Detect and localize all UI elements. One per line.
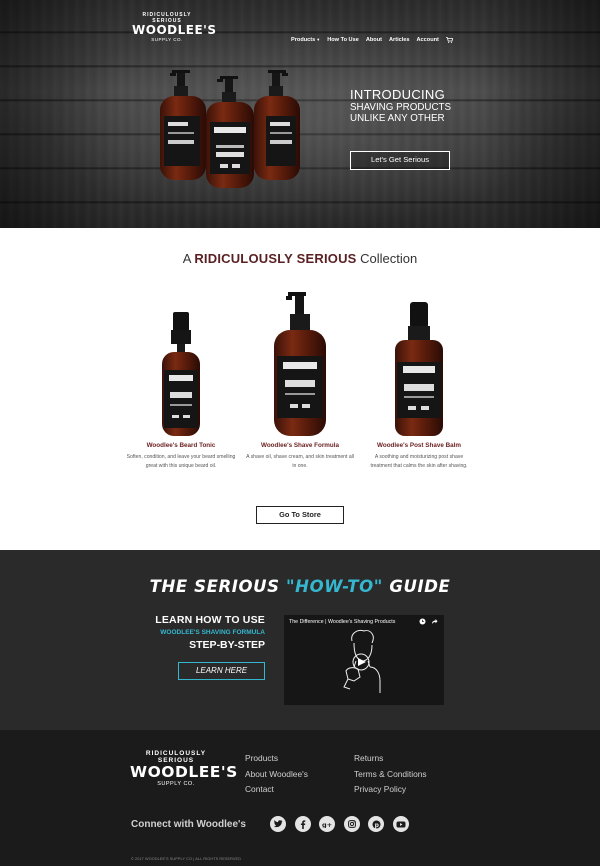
hero-headline: INTRODUCING SHAVING PRODUCTS UNLIKE ANY …	[350, 87, 452, 125]
learn-block: LEARN HOW TO USE WOODLEE'S SHAVING FORMU…	[155, 614, 265, 651]
learn-line-1: LEARN HOW TO USE	[155, 614, 265, 626]
product-desc: A soothing and moisturizing post shave t…	[370, 454, 468, 469]
how-to-title-suffix: GUIDE	[382, 577, 451, 596]
video-player[interactable]: The Difference | Woodlee's Shaving Produ…	[284, 615, 444, 705]
beard-tonic-bottle-image	[162, 312, 200, 436]
pinterest-icon[interactable]: p	[368, 816, 384, 832]
logo-name: WOODLEE'S	[132, 23, 217, 37]
footer-link-products[interactable]: Products	[245, 751, 308, 767]
footer-link-about[interactable]: About Woodlee's	[245, 767, 308, 783]
footer-logo[interactable]: RIDICULOUSLY SERIOUS WOODLEE'S SUPPLY CO…	[130, 750, 238, 796]
footer: RIDICULOUSLY SERIOUS WOODLEE'S SUPPLY CO…	[0, 730, 600, 866]
hero-line-3: UNLIKE ANY OTHER	[350, 113, 445, 124]
footer-logo-name: WOODLEE'S	[130, 763, 238, 781]
nav-item-products[interactable]: Products▼	[291, 37, 320, 43]
nav-item-how-to-use[interactable]: How To Use	[327, 37, 359, 43]
collection-title-suffix: Collection	[356, 251, 418, 266]
learn-line-2: WOODLEE'S SHAVING FORMULA	[160, 629, 265, 636]
nav-item-articles[interactable]: Articles	[389, 37, 410, 43]
svg-text:p: p	[374, 822, 379, 829]
learn-line-3: STEP-BY-STEP	[189, 639, 265, 651]
nav-label-products: Products	[291, 37, 316, 43]
footer-links-col-1: Products About Woodlee's Contact	[245, 751, 308, 798]
collection-title: A RIDICULOUSLY SERIOUS Collection	[0, 251, 600, 266]
footer-link-terms[interactable]: Terms & Conditions	[354, 767, 427, 783]
product-card-shave-formula[interactable]: Woodlee's Shave Formula A shave oil, sha…	[245, 290, 355, 470]
lets-get-serious-button[interactable]: Let's Get Serious	[350, 151, 450, 170]
svg-text:g+: g+	[322, 821, 332, 828]
how-to-title-prefix: THE SERIOUS	[149, 577, 286, 596]
footer-logo-sub: SUPPLY CO.	[157, 781, 195, 787]
post-shave-balm-bottle-image	[395, 302, 443, 436]
how-to-title-accent: "HOW-TO"	[285, 577, 383, 596]
facebook-icon[interactable]	[294, 816, 311, 832]
product-desc: Soften, condition, and leave your beard …	[126, 454, 236, 469]
product-name[interactable]: Woodlee's Beard Tonic	[126, 442, 236, 449]
chevron-down-icon: ▼	[316, 37, 321, 42]
hero-line-1: INTRODUCING	[350, 87, 446, 102]
product-name[interactable]: Woodlee's Post Shave Balm	[364, 442, 474, 449]
footer-link-returns[interactable]: Returns	[354, 751, 427, 767]
go-to-store-button[interactable]: Go To Store	[256, 506, 344, 524]
play-icon	[358, 658, 366, 666]
footer-links-col-2: Returns Terms & Conditions Privacy Polic…	[354, 751, 427, 798]
site-logo[interactable]: RIDICULOUSLY SERIOUS WOODLEE'S SUPPLY CO…	[132, 12, 217, 46]
collection-section: A RIDICULOUSLY SERIOUS Collection Woodle…	[0, 228, 600, 550]
main-nav: Products▼ How To Use About Articles Acco…	[291, 37, 454, 43]
collection-title-prefix: A	[182, 251, 195, 266]
product-card-post-shave-balm[interactable]: Woodlee's Post Shave Balm A soothing and…	[364, 300, 474, 470]
google-plus-icon[interactable]: g+	[319, 816, 335, 832]
youtube-icon[interactable]	[392, 816, 409, 832]
hero-section: RIDICULOUSLY SERIOUS WOODLEE'S SUPPLY CO…	[0, 0, 600, 228]
product-name[interactable]: Woodlee's Shave Formula	[245, 442, 355, 449]
learn-here-button[interactable]: LEARN HERE	[178, 662, 265, 680]
shave-formula-bottle-image	[274, 292, 326, 436]
how-to-section: THE SERIOUS "HOW-TO" GUIDE LEARN HOW TO …	[0, 550, 600, 730]
twitter-icon[interactable]	[270, 816, 286, 832]
cart-icon[interactable]	[445, 37, 454, 43]
how-to-title: THE SERIOUS "HOW-TO" GUIDE	[0, 577, 600, 596]
social-links: g+ p	[270, 816, 409, 832]
instagram-icon[interactable]	[343, 816, 360, 832]
hero-line-2: SHAVING PRODUCTS	[350, 102, 452, 113]
product-card-beard-tonic[interactable]: Woodlee's Beard Tonic Soften, condition,…	[126, 310, 236, 470]
footer-link-contact[interactable]: Contact	[245, 782, 308, 798]
footer-logo-arc: RIDICULOUSLY SERIOUS	[145, 750, 207, 764]
copyright-text: © 2017 WOODLEE'S SUPPLY CO | ALL RIGHTS …	[131, 857, 242, 861]
logo-sub: SUPPLY CO.	[151, 37, 183, 42]
collection-title-bold: RIDICULOUSLY SERIOUS	[194, 251, 357, 266]
connect-heading: Connect with Woodlee's	[131, 819, 246, 830]
footer-link-privacy[interactable]: Privacy Policy	[354, 782, 427, 798]
nav-item-account[interactable]: Account	[417, 37, 439, 43]
nav-item-about[interactable]: About	[366, 37, 382, 43]
hero-product-bottles	[150, 70, 315, 190]
video-thumbnail-illustration	[343, 630, 381, 693]
product-desc: A shave oil, shave cream, and skin treat…	[246, 454, 354, 469]
